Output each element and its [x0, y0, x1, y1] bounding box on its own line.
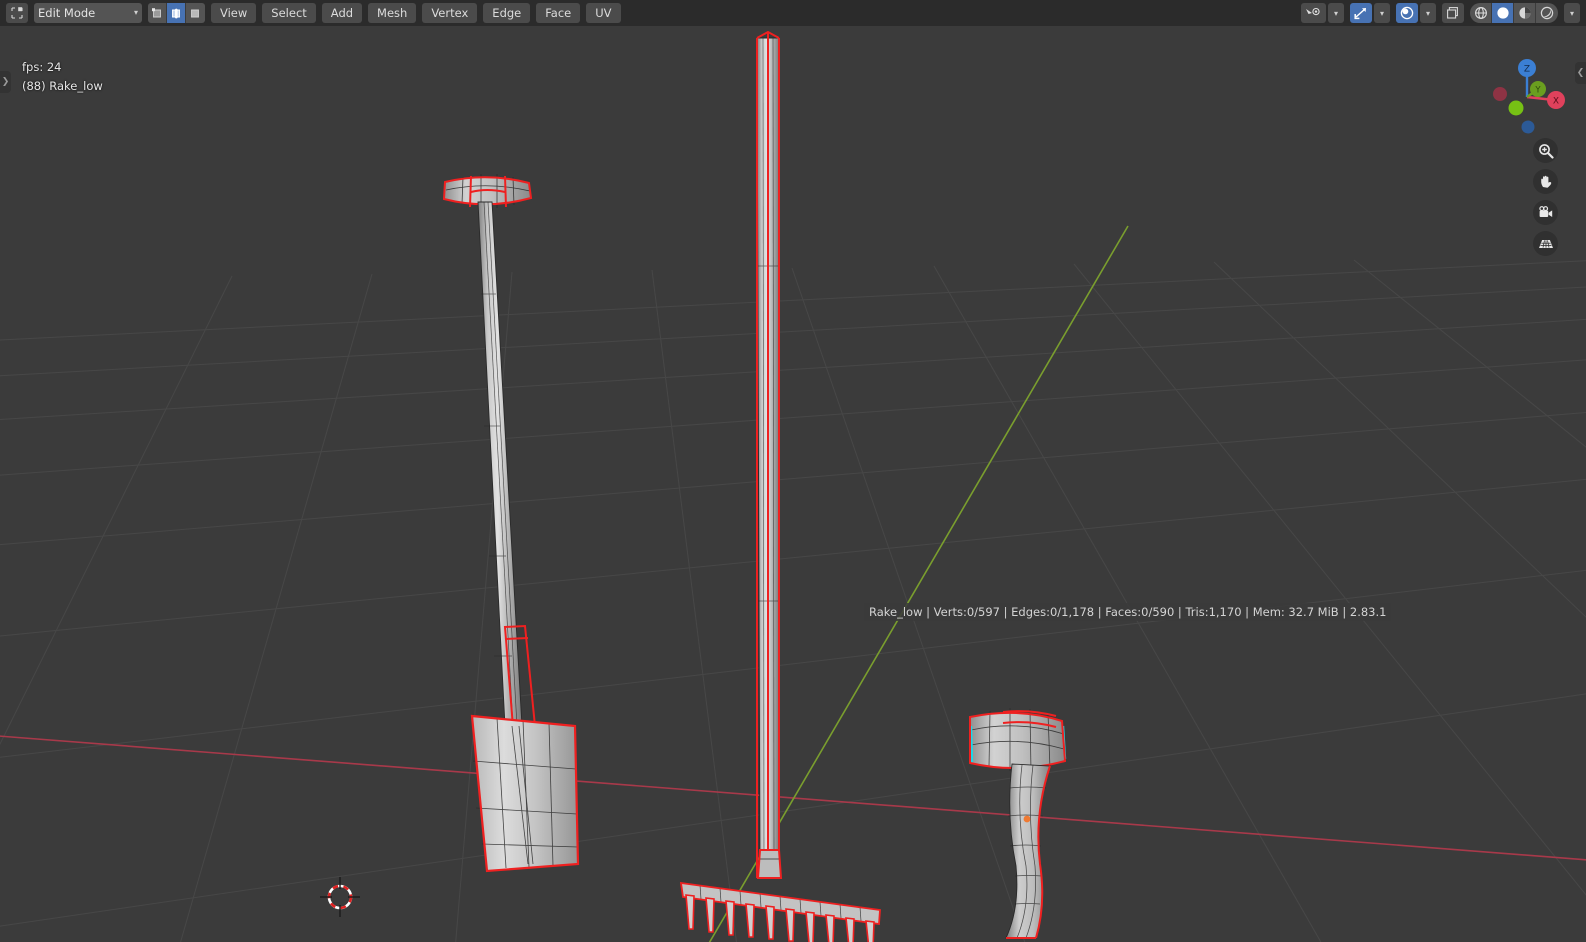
xray-toggle-icon[interactable]	[1442, 3, 1464, 23]
shading-chevron-icon[interactable]: ▾	[1564, 3, 1580, 23]
orthographic-toggle-icon[interactable]	[1533, 231, 1558, 256]
vertex-select-mode-button[interactable]	[148, 3, 167, 23]
gizmo-axis-neg-y	[1508, 100, 1524, 116]
menu-add[interactable]: Add	[321, 3, 363, 23]
visibility-chevron-icon[interactable]: ▾	[1328, 3, 1344, 23]
header-right-group: ▾ ▾ ▾ ▾	[1301, 3, 1580, 23]
mesh-select-mode-group	[148, 3, 205, 23]
snap-magnet-icon[interactable]	[1350, 3, 1372, 23]
3d-viewport[interactable]: fps: 24 (88) Rake_low Rake_low | Verts:0…	[0, 26, 1586, 942]
toolbar-expand-arrow[interactable]: ❯	[0, 71, 11, 93]
svg-text:Z: Z	[1524, 65, 1530, 75]
viewport-navigation-buttons	[1533, 138, 1558, 256]
material-preview-shading-button[interactable]	[1514, 3, 1536, 23]
visibility-selectability-icon[interactable]	[1301, 3, 1326, 23]
viewport-scene	[0, 30, 1586, 942]
viewport-header: Edit Mode ▾ View Select Add Mesh Vertex …	[0, 0, 1586, 26]
svg-text:Y: Y	[1534, 86, 1541, 96]
menu-select[interactable]: Select	[262, 3, 316, 23]
svg-text:X: X	[1553, 97, 1559, 107]
proportional-editing-icon[interactable]	[1396, 3, 1418, 23]
sidebar-expand-arrow[interactable]: ❮	[1575, 62, 1586, 84]
edge-select-mode-button[interactable]	[167, 3, 186, 23]
visibility-selectability-group: ▾	[1301, 3, 1344, 23]
interaction-mode-dropdown[interactable]: Edit Mode ▾	[34, 3, 142, 23]
menu-uv[interactable]: UV	[586, 3, 621, 23]
gizmo-axis-neg-z	[1521, 120, 1535, 134]
grid-floor	[0, 259, 1586, 942]
wireframe-shading-button[interactable]	[1470, 3, 1492, 23]
scene-statistics-overlay: Rake_low | Verts:0/597 | Edges:0/1,178 |…	[864, 603, 1392, 621]
navigation-gizmo[interactable]: Y Z X	[1482, 52, 1572, 142]
menu-mesh[interactable]: Mesh	[368, 3, 417, 23]
snapping-group: ▾	[1350, 3, 1390, 23]
chevron-down-icon: ▾	[133, 8, 138, 17]
menu-edge[interactable]: Edge	[483, 3, 531, 23]
blender-window: fps: 24 (88) Rake_low Rake_low | Verts:0…	[0, 0, 1586, 942]
axe-origin-point	[1023, 815, 1031, 823]
zoom-icon[interactable]	[1533, 138, 1558, 163]
rendered-shading-button[interactable]	[1536, 3, 1558, 23]
proportional-editing-group: ▾	[1396, 3, 1436, 23]
menu-face[interactable]: Face	[536, 3, 581, 23]
axe-mesh[interactable]	[969, 708, 1067, 939]
menu-view[interactable]: View	[211, 3, 257, 23]
interaction-mode-label: Edit Mode	[38, 6, 96, 20]
menu-vertex[interactable]: Vertex	[422, 3, 478, 23]
proportional-editing-chevron-icon[interactable]: ▾	[1420, 3, 1436, 23]
rake-mesh[interactable]	[679, 30, 881, 942]
face-select-mode-button[interactable]	[186, 3, 205, 23]
3d-cursor	[320, 877, 360, 917]
gizmo-axis-neg-x	[1493, 87, 1507, 101]
viewport-shading-group	[1470, 3, 1558, 23]
pan-hand-icon[interactable]	[1533, 169, 1558, 194]
snap-chevron-icon[interactable]: ▾	[1374, 3, 1390, 23]
editor-type-icon[interactable]	[6, 3, 28, 23]
solid-shading-button[interactable]	[1492, 3, 1514, 23]
camera-view-icon[interactable]	[1533, 200, 1558, 225]
header-left-group: Edit Mode ▾ View Select Add Mesh Vertex …	[6, 3, 621, 23]
